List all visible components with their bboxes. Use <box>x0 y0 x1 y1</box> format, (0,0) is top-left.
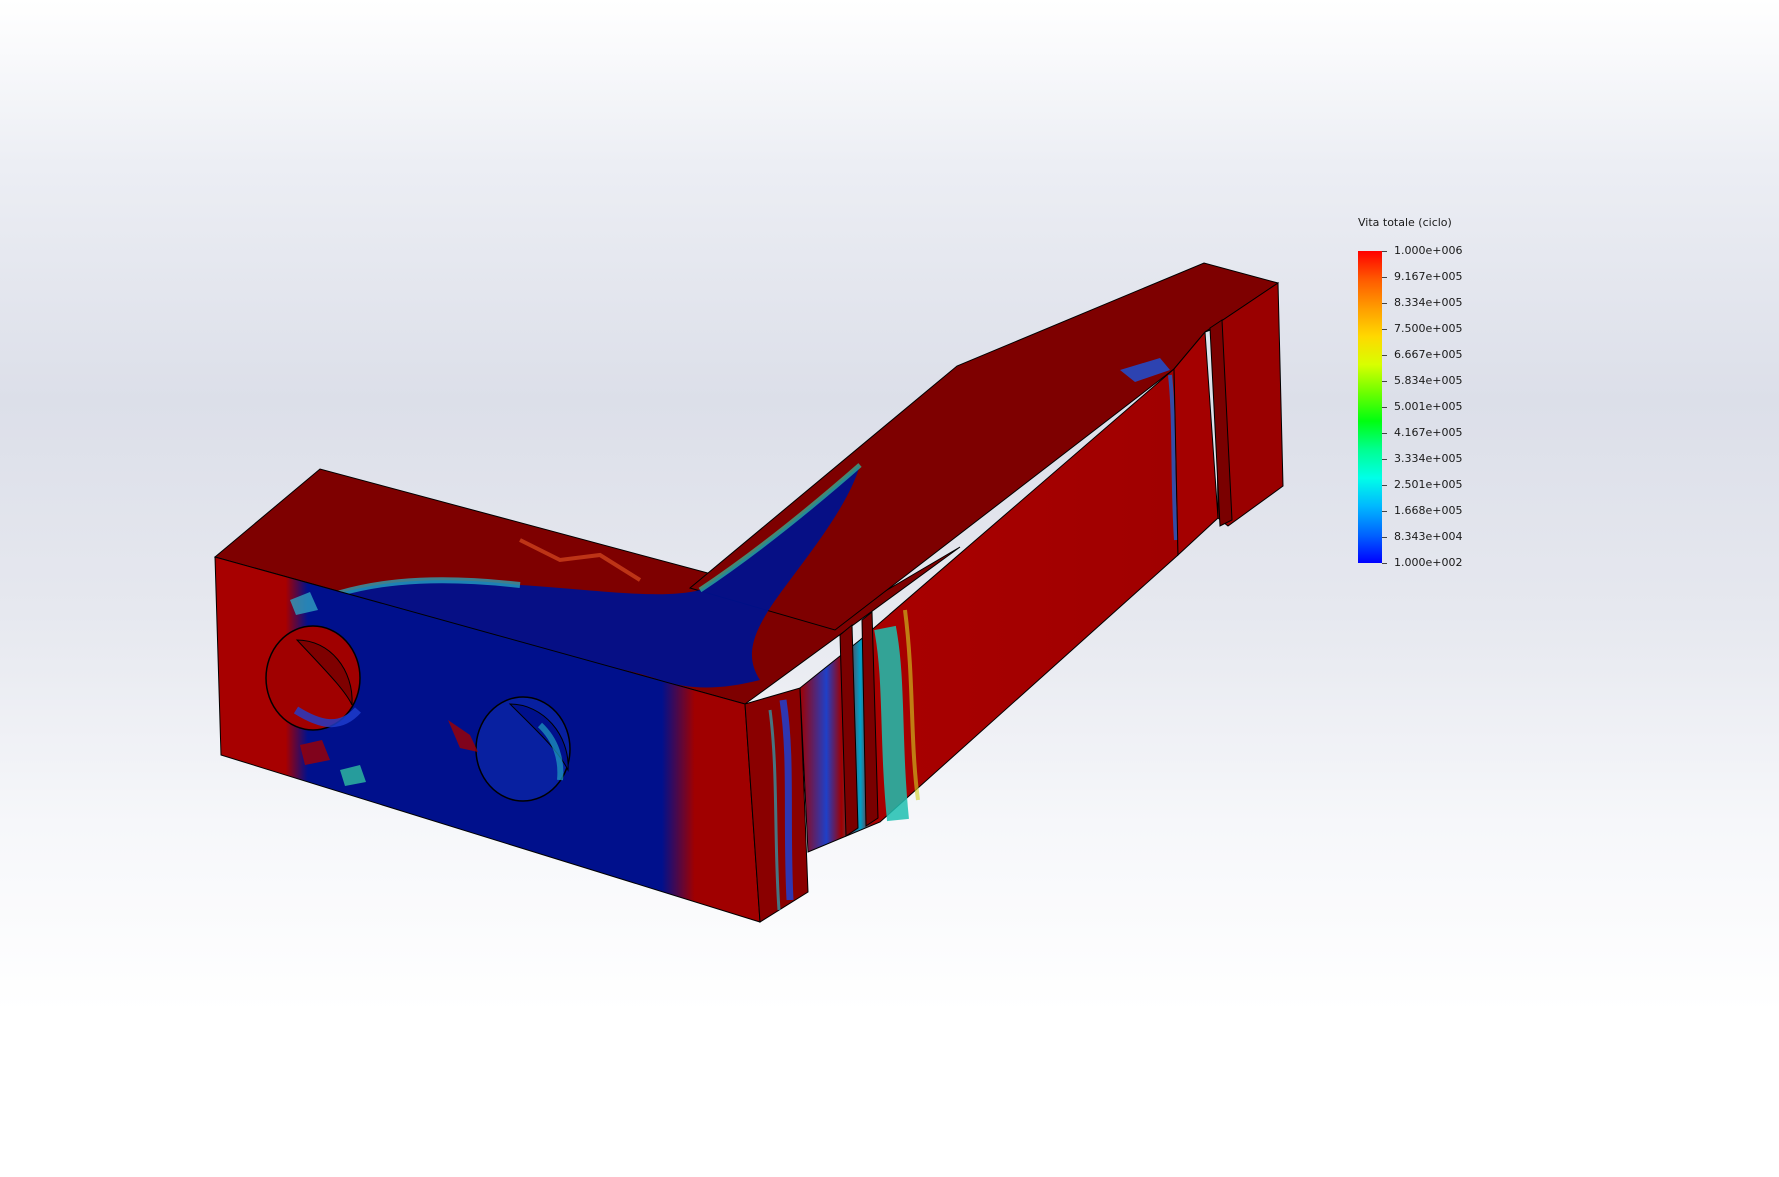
legend-label: 1.000e+002 <box>1394 556 1463 569</box>
legend-label: 6.667e+005 <box>1394 348 1463 361</box>
legend-label: 1.668e+005 <box>1394 504 1463 517</box>
legend-label: 1.000e+006 <box>1394 244 1463 257</box>
legend-tick <box>1382 511 1387 512</box>
legend-tick <box>1382 251 1387 252</box>
legend-label: 8.343e+004 <box>1394 530 1463 543</box>
legend-tick <box>1382 459 1387 460</box>
legend-label: 5.834e+005 <box>1394 374 1463 387</box>
legend-label: 9.167e+005 <box>1394 270 1463 283</box>
legend-tick <box>1382 329 1387 330</box>
viewport[interactable]: Vita totale (ciclo) 1.000e+006 9.167e+005… <box>0 0 1779 1177</box>
fatigue-life-legend: Vita totale (ciclo) 1.000e+006 9.167e+005… <box>1357 213 1517 573</box>
legend-tick <box>1382 485 1387 486</box>
model-3d-view[interactable] <box>0 0 1779 1177</box>
legend-tick <box>1382 381 1387 382</box>
legend-tick <box>1382 355 1387 356</box>
legend-tick <box>1382 277 1387 278</box>
legend-color-bar <box>1358 251 1382 563</box>
legend-tick <box>1382 537 1387 538</box>
legend-tick <box>1382 563 1387 564</box>
legend-title: Vita totale (ciclo) <box>1358 216 1452 229</box>
legend-label: 5.001e+005 <box>1394 400 1463 413</box>
legend-tick <box>1382 303 1387 304</box>
legend-label: 7.500e+005 <box>1394 322 1463 335</box>
legend-tick <box>1382 407 1387 408</box>
legend-label: 4.167e+005 <box>1394 426 1463 439</box>
legend-label: 3.334e+005 <box>1394 452 1463 465</box>
legend-label: 2.501e+005 <box>1394 478 1463 491</box>
legend-tick <box>1382 433 1387 434</box>
legend-label: 8.334e+005 <box>1394 296 1463 309</box>
